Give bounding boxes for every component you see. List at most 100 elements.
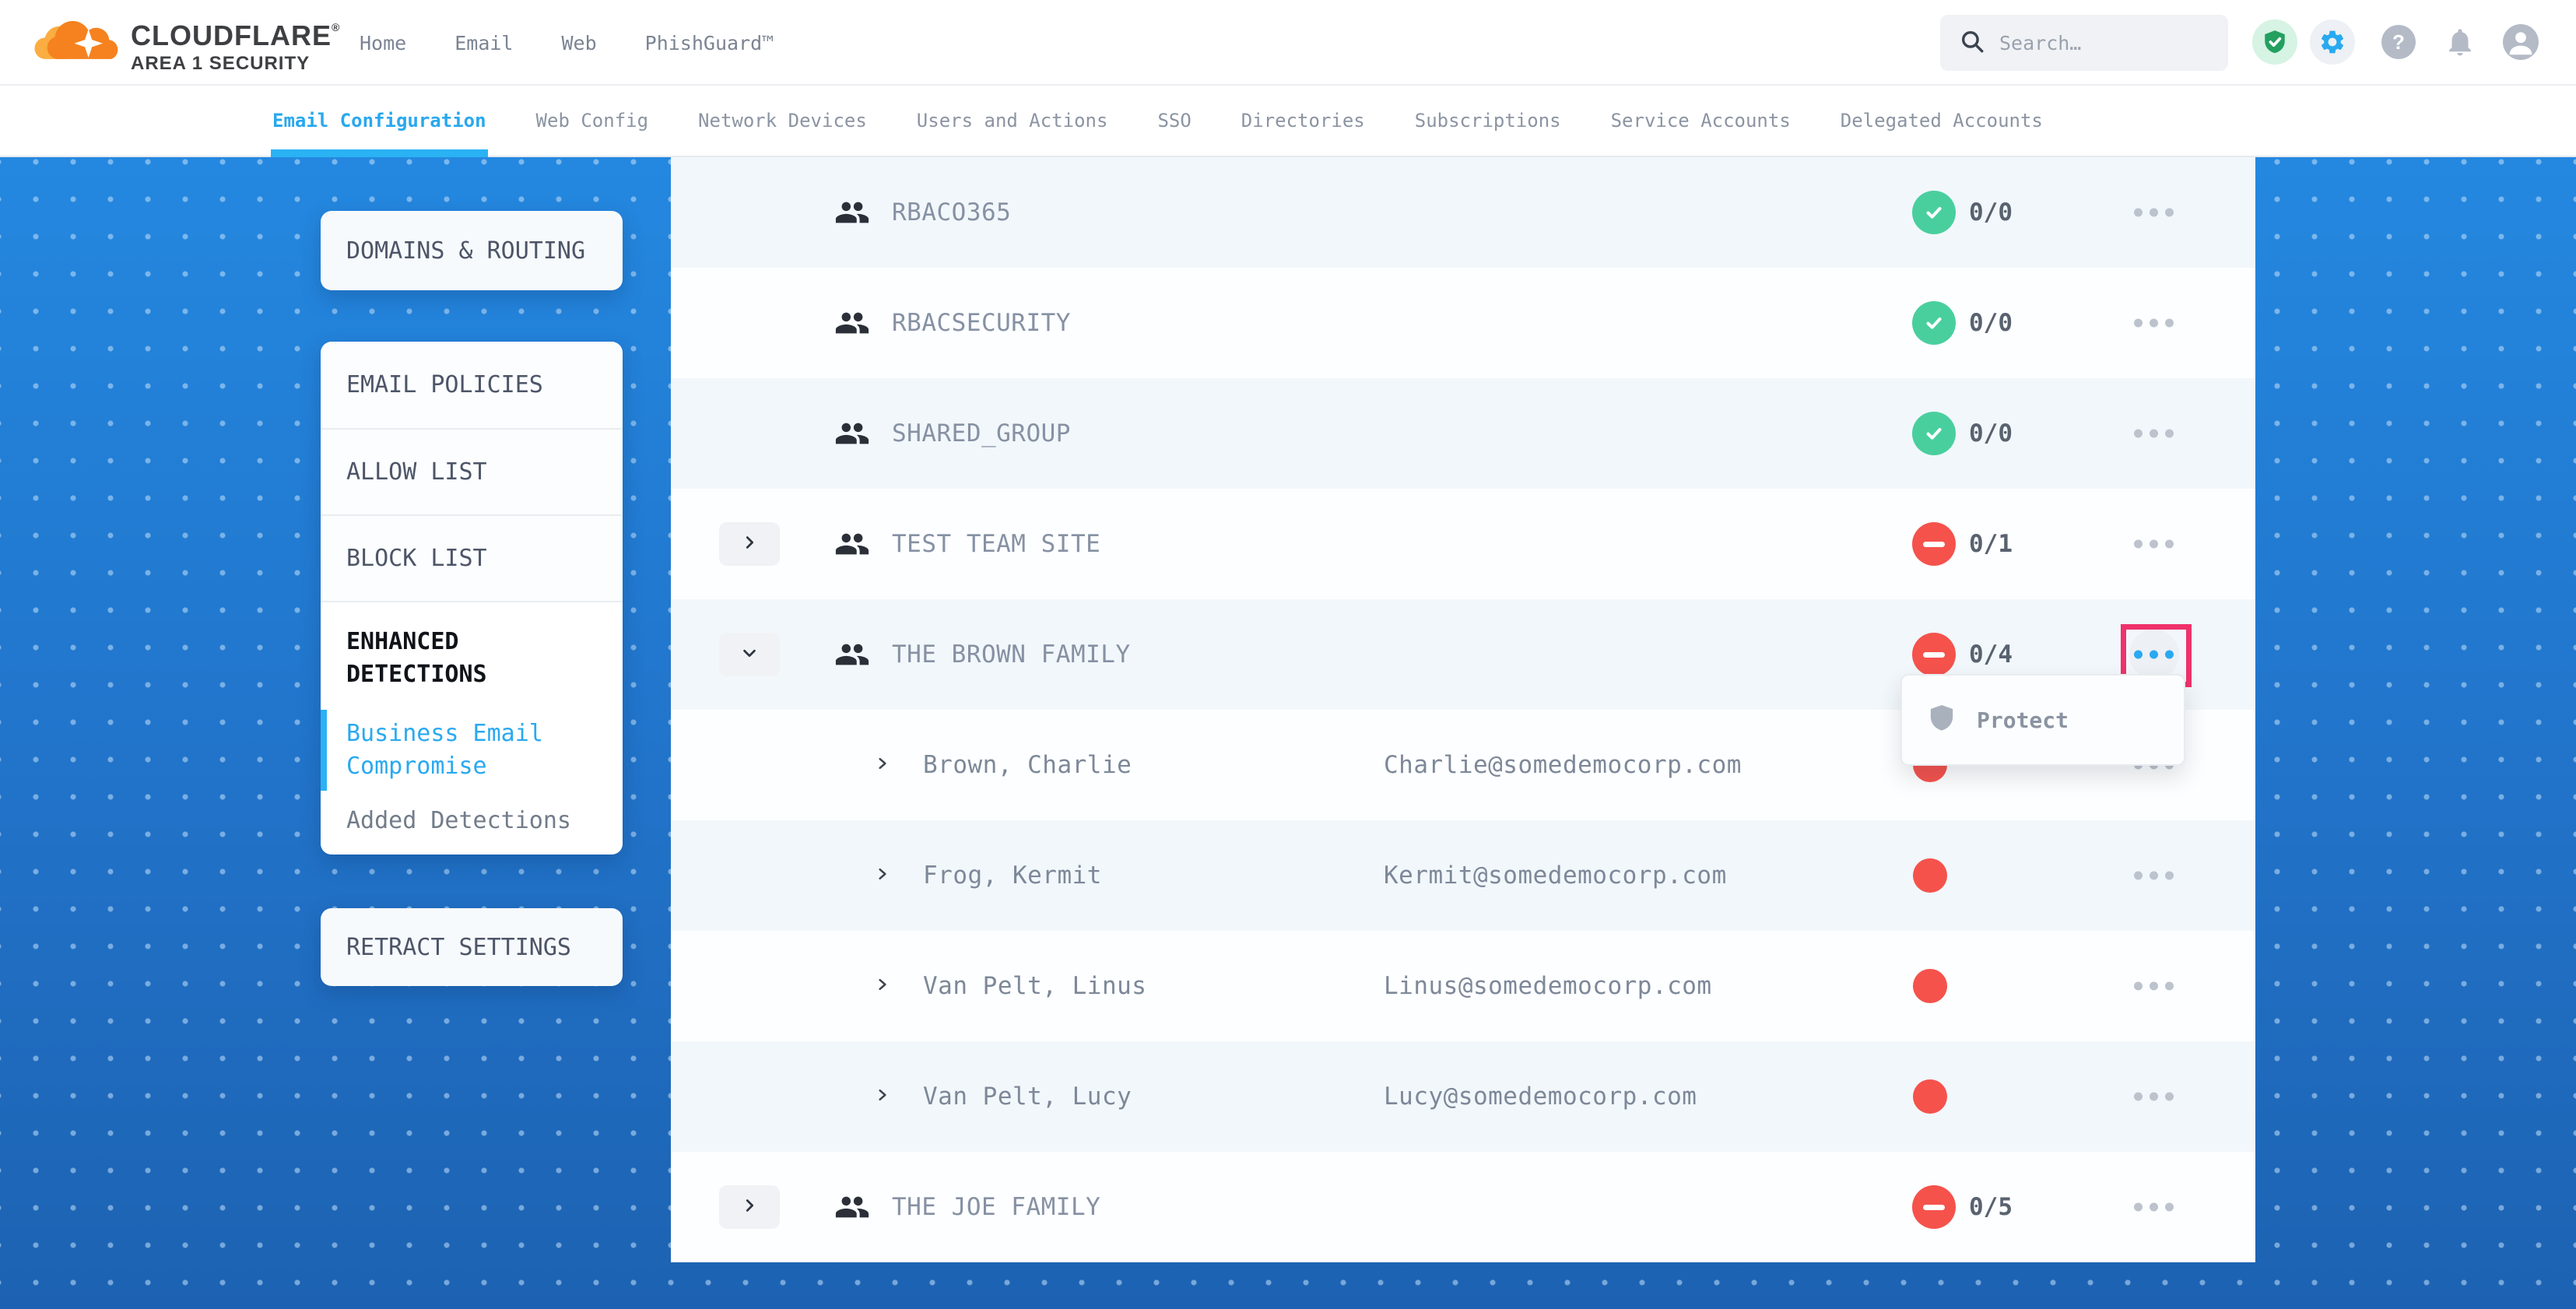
group-name: THE JOE FAMILY	[892, 1193, 1100, 1221]
tab-delegated-accounts[interactable]: Delegated Accounts	[1841, 86, 2043, 156]
table-row-member: Van Pelt, LucyLucy@somedemocorp.com	[671, 1041, 2255, 1152]
tab-users-and-actions[interactable]: Users and Actions	[917, 86, 1108, 156]
sidebar-card-retract-settings[interactable]: RETRACT SETTINGS	[321, 908, 623, 986]
expand-member-button[interactable]	[875, 977, 890, 995]
status-protected-icon	[1912, 301, 1956, 345]
row-menu-button[interactable]	[2134, 872, 2174, 880]
tab-directories[interactable]: Directories	[1241, 86, 1365, 156]
search-box[interactable]	[1940, 15, 2228, 71]
row-menu-button[interactable]	[2134, 1093, 2174, 1101]
sidebar-enhanced-detections-title[interactable]: ENHANCED DETECTIONS	[346, 626, 597, 691]
expand-group-button[interactable]	[719, 1185, 780, 1229]
protected-count: 0/4	[1969, 640, 2013, 669]
group-name: RBACSECURITY	[892, 309, 1071, 337]
ellipsis-dot	[2165, 209, 2174, 217]
shield-icon	[1928, 704, 1955, 736]
user-icon[interactable]	[2503, 24, 2539, 60]
tab-email-configuration[interactable]: Email Configuration	[272, 86, 486, 156]
expand-member-button[interactable]	[875, 1087, 890, 1106]
top-nav-link-web[interactable]: Web	[561, 32, 596, 54]
brand-subtitle: AREA 1 SECURITY	[131, 54, 340, 74]
sidebar-card-email-policies: EMAIL POLICIESALLOW LISTBLOCK LIST ENHAN…	[321, 342, 623, 855]
row-menu-button[interactable]	[2134, 1203, 2174, 1212]
table-row-member: Van Pelt, LinusLinus@somedemocorp.com	[671, 931, 2255, 1041]
context-menu-item-protect[interactable]: Protect	[1977, 707, 2069, 733]
protected-count: 0/1	[1969, 530, 2013, 558]
top-nav-link-phishguard[interactable]: PhishGuard™	[645, 32, 774, 54]
ellipsis-dot	[2134, 1093, 2143, 1101]
expand-member-button[interactable]	[875, 866, 890, 885]
row-menu-button[interactable]	[2134, 982, 2174, 991]
group-icon	[834, 1189, 870, 1225]
collapse-group-button[interactable]	[719, 633, 780, 676]
ellipsis-dot	[2165, 430, 2174, 438]
ellipsis-dot	[2165, 319, 2174, 328]
row-menu-button[interactable]	[2134, 209, 2174, 217]
sidebar-item-business-email-compromise[interactable]: Business Email Compromise	[346, 718, 597, 783]
chevron-down-icon	[741, 644, 758, 665]
ellipsis-dot	[2150, 1203, 2158, 1212]
minus-icon	[1923, 1205, 1945, 1210]
brand-name: CLOUDFLARE	[131, 19, 332, 51]
group-name: THE BROWN FAMILY	[892, 640, 1131, 669]
ellipsis-dot	[2165, 540, 2174, 549]
ellipsis-dot	[2134, 209, 2143, 217]
tab-web-config[interactable]: Web Config	[536, 86, 649, 156]
ellipsis-dot	[2165, 872, 2174, 880]
member-name: Van Pelt, Linus	[923, 972, 1146, 1000]
tab-sso[interactable]: SSO	[1157, 86, 1191, 156]
ellipsis-dot	[2150, 982, 2158, 991]
sidebar-item-block-list[interactable]: BLOCK LIST	[321, 514, 623, 601]
ellipsis-dot	[2165, 982, 2174, 991]
table-row-group: THE JOE FAMILY0/5	[671, 1152, 2255, 1262]
gear-icon[interactable]	[2310, 19, 2355, 65]
row-menu-button[interactable]	[2134, 319, 2174, 328]
sidebar-item-email-policies[interactable]: EMAIL POLICIES	[321, 342, 623, 428]
shield-check-icon[interactable]	[2252, 19, 2297, 65]
sidebar-item-added-detections[interactable]: Added Detections	[346, 805, 597, 837]
top-nav-link-email[interactable]: Email	[454, 32, 513, 54]
expand-member-button[interactable]	[875, 756, 890, 774]
sidebar-item-domains-routing[interactable]: DOMAINS & ROUTING	[321, 237, 585, 265]
tab-network-devices[interactable]: Network Devices	[698, 86, 867, 156]
sidebar-card-domains-routing[interactable]: DOMAINS & ROUTING	[321, 211, 623, 290]
top-nav-link-home[interactable]: Home	[360, 32, 406, 54]
ellipsis-dot	[2134, 430, 2143, 438]
member-name: Brown, Charlie	[923, 751, 1132, 779]
sidebar-item-retract-settings[interactable]: RETRACT SETTINGS	[321, 934, 571, 961]
brand-text: CLOUDFLARE® AREA 1 SECURITY	[131, 12, 340, 74]
bell-icon[interactable]	[2441, 23, 2479, 61]
member-name: Frog, Kermit	[923, 862, 1102, 890]
status-unprotected-icon	[1912, 633, 1956, 676]
search-icon	[1959, 28, 1985, 58]
ellipsis-dot	[2134, 540, 2143, 549]
status-unprotected-icon	[1912, 522, 1956, 566]
group-name: TEST TEAM SITE	[892, 530, 1100, 558]
tab-subscriptions[interactable]: Subscriptions	[1415, 86, 1561, 156]
chevron-right-icon	[741, 1197, 758, 1217]
table-row-group: TEST TEAM SITE 0/1	[671, 489, 2255, 599]
group-icon	[834, 305, 870, 341]
minus-icon	[1923, 542, 1945, 547]
member-email: Kermit@somedemocorp.com	[1384, 862, 1727, 890]
brand[interactable]: CLOUDFLARE® AREA 1 SECURITY	[34, 8, 340, 78]
chevron-right-icon	[741, 534, 758, 554]
status-unprotected-icon	[1912, 1185, 1956, 1229]
row-menu-button[interactable]	[2134, 430, 2174, 438]
table-row-group: RBACSECURITY0/0	[671, 268, 2255, 378]
row-menu-button[interactable]	[2134, 540, 2174, 549]
group-name: RBACO365	[892, 198, 1011, 226]
table-row-group: SHARED_GROUP0/0	[671, 378, 2255, 489]
app-header: CLOUDFLARE® AREA 1 SECURITY Home Email Web…	[0, 0, 2576, 86]
chevron-right-icon	[875, 866, 890, 885]
minus-icon	[1923, 652, 1945, 658]
ellipsis-dot	[2150, 430, 2158, 438]
expand-group-button[interactable]	[719, 522, 780, 566]
search-input[interactable]	[1999, 32, 2186, 54]
tab-service-accounts[interactable]: Service Accounts	[1611, 86, 1791, 156]
ellipsis-dot	[2150, 1093, 2158, 1101]
sidebar-item-allow-list[interactable]: ALLOW LIST	[321, 428, 623, 514]
protected-count: 0/0	[1969, 198, 2013, 226]
cloudflare-logo-icon	[34, 8, 120, 78]
help-icon[interactable]: ?	[2381, 25, 2416, 59]
